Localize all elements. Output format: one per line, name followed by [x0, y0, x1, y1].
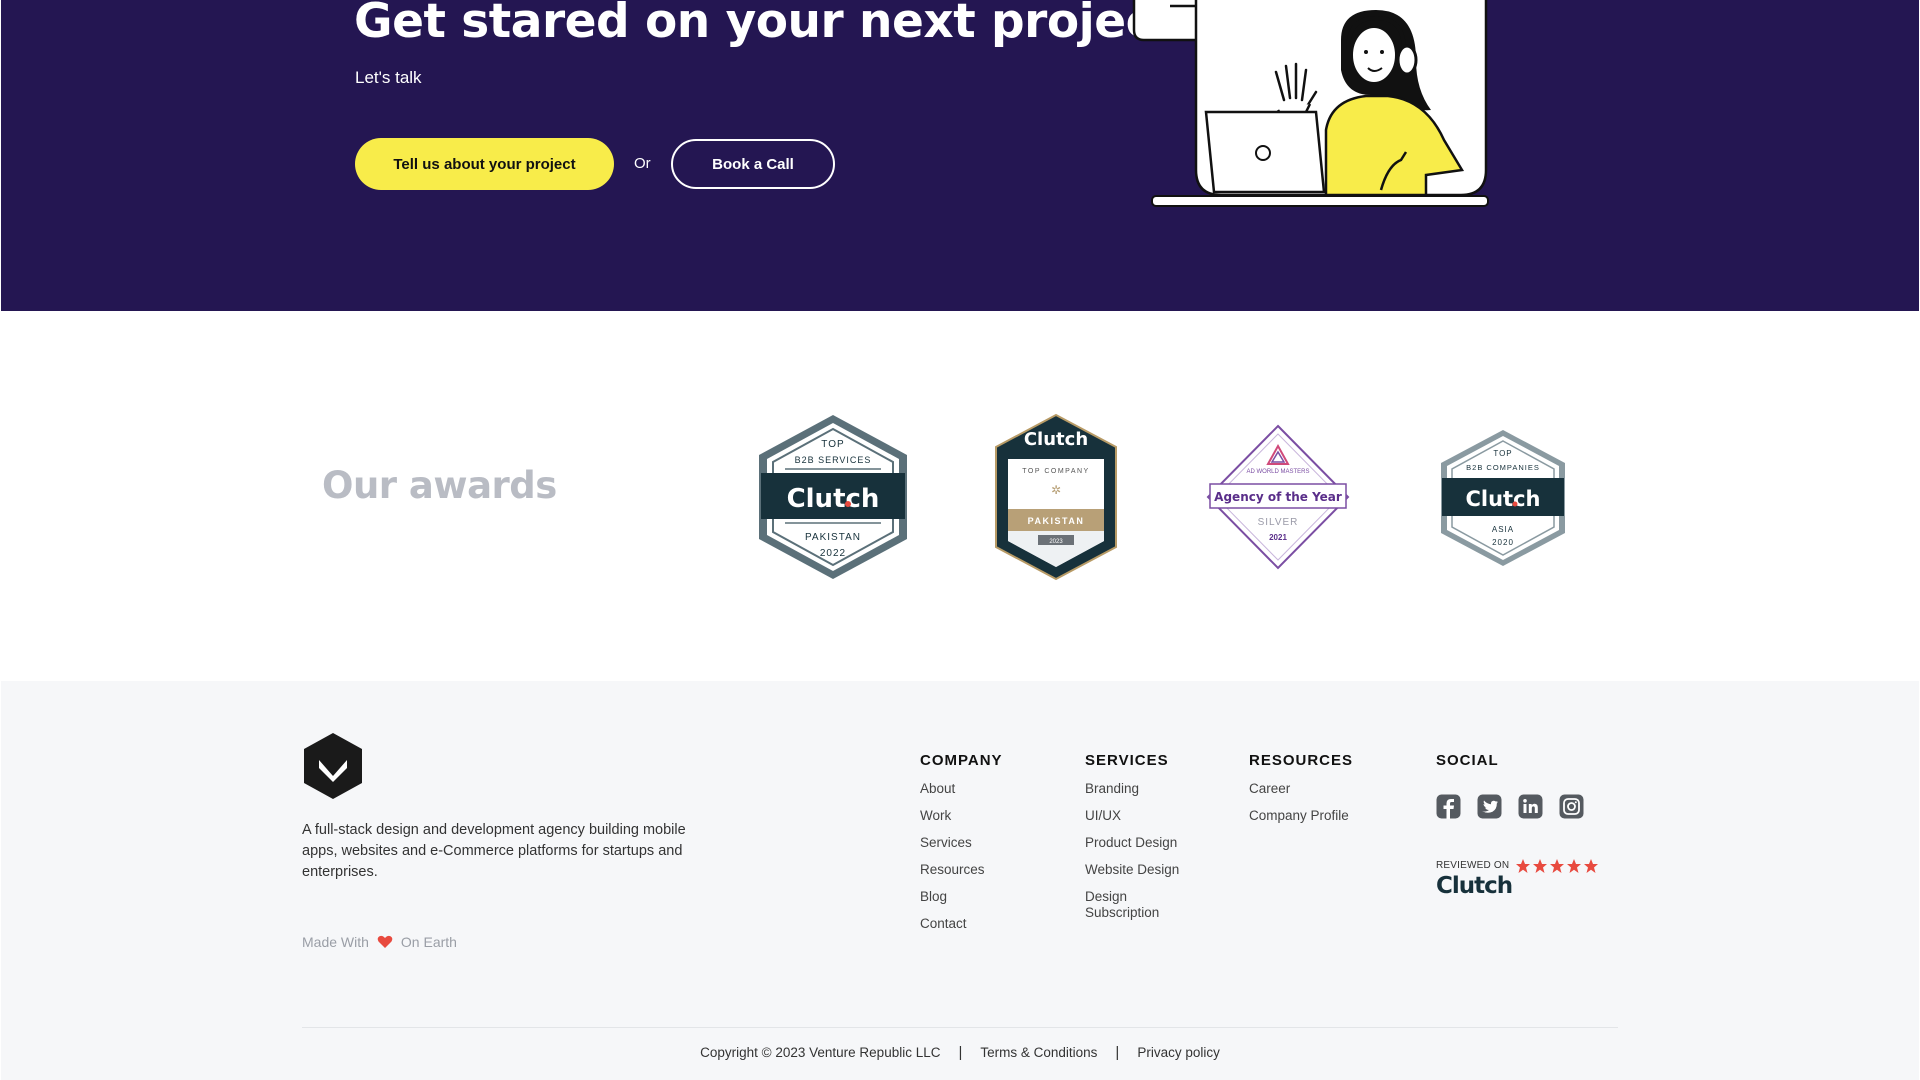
separator: | [958, 1044, 963, 1061]
footer-column-company: COMPANY About Work Services Resources Bl… [920, 752, 1003, 943]
footer-link-career[interactable]: Career [1249, 781, 1353, 797]
clutch-review-badge[interactable]: REVIEWED ON Clutch [1436, 858, 1601, 902]
badge-top: TOP [821, 439, 844, 450]
badge-top: TOP [1493, 449, 1512, 458]
column-heading: RESOURCES [1249, 752, 1354, 769]
tell-us-about-project-button[interactable]: Tell us about your project [355, 138, 614, 190]
column-heading: SERVICES [1085, 752, 1169, 769]
footer-link-resources[interactable]: Resources [920, 862, 1003, 878]
agency-of-the-year-badge: AD WORLD MASTERS Agency of the Year SILV… [1206, 424, 1350, 570]
badge-brand: Clutch [1466, 487, 1541, 511]
copyright-text: Copyright © 2023 Venture Republic LLC [700, 1045, 941, 1060]
clutch-logo-text: Clutch [1436, 873, 1513, 899]
terms-link[interactable]: Terms & Conditions [980, 1045, 1097, 1060]
badge-org: AD WORLD MASTERS [1246, 469, 1309, 475]
footer-description: A full-stack design and development agen… [302, 822, 686, 880]
company-logo-icon[interactable] [302, 732, 364, 800]
awards-heading: Our awards [322, 464, 557, 507]
svg-text:✲: ✲ [1051, 483, 1061, 497]
footer-bottom-bar: Copyright © 2023 Venture Republic LLC | … [0, 1044, 1920, 1061]
footer-link-contact[interactable]: Contact [920, 916, 1003, 932]
badge-year: 2020 [1492, 538, 1514, 547]
clutch-badge-b2b-companies-2020: TOP B2B COMPANIES Clutch ASIA 2020 [1438, 428, 1568, 568]
badge-region: ASIA [1492, 525, 1514, 534]
five-star-rating-icon [1516, 859, 1598, 873]
separator: | [1115, 1044, 1120, 1061]
made-with-text: Made With [302, 934, 369, 950]
badge-level: SILVER [1258, 517, 1299, 528]
badge-category: TOP COMPANY [1022, 468, 1089, 475]
badge-year: 2023 [1049, 539, 1063, 545]
badge-title: Agency of the Year [1214, 490, 1342, 504]
twitter-icon[interactable] [1477, 794, 1502, 819]
footer-link-work[interactable]: Work [920, 808, 1003, 824]
footer-column-resources: RESOURCES Career Company Profile [1249, 752, 1353, 835]
footer-link-product-design[interactable]: Product Design [1085, 835, 1185, 851]
hero-title: Get stared on your next project [354, 0, 1175, 49]
cta-hero-section: Get stared on your next project Let's ta… [1, 0, 1919, 311]
footer-link-company-profile[interactable]: Company Profile [1249, 808, 1353, 824]
footer-link-design-subscription[interactable]: Design Subscription [1085, 889, 1185, 921]
on-earth-text: On Earth [400, 934, 457, 950]
social-icons [1436, 794, 1584, 819]
badge-category: B2B COMPANIES [1466, 463, 1540, 472]
reviewed-on-label: REVIEWED ON [1436, 860, 1510, 871]
badge-category: B2B SERVICES [795, 455, 872, 465]
support-agent-illustration [1132, 0, 1489, 207]
book-a-call-button[interactable]: Book a Call [671, 139, 835, 189]
badge-year: 2022 [820, 548, 846, 559]
facebook-icon[interactable] [1436, 794, 1461, 819]
hero-subtitle: Let's talk [355, 68, 422, 87]
footer-link-website-design[interactable]: Website Design [1085, 862, 1185, 878]
or-text: Or [634, 155, 651, 172]
page: Get stared on your next project Let's ta… [0, 0, 1920, 1080]
footer-column-social: SOCIAL [1436, 752, 1499, 781]
clutch-badge-top-company-2023: Clutch TOP COMPANY ✲ PAKISTAN 2023 [994, 413, 1118, 581]
badge-region: PAKISTAN [1028, 516, 1085, 526]
linkedin-icon[interactable] [1518, 794, 1543, 819]
footer-link-branding[interactable]: Branding [1085, 781, 1185, 797]
footer-column-services: SERVICES Branding UI/UX Product Design W… [1085, 752, 1185, 932]
column-heading: COMPANY [920, 752, 1003, 769]
badge-brand: Clutch [1024, 429, 1088, 450]
badge-region: PAKISTAN [805, 532, 861, 543]
badge-brand: Clutch [787, 484, 880, 514]
clutch-badge-b2b-services-2022: TOP B2B SERVICES Clutch PAKISTAN 2022 [755, 413, 911, 581]
footer-divider [302, 1027, 1618, 1028]
privacy-link[interactable]: Privacy policy [1137, 1045, 1220, 1060]
made-with-love: Made With On Earth [302, 934, 457, 950]
heart-icon [377, 935, 393, 948]
footer-link-blog[interactable]: Blog [920, 889, 1003, 905]
badge-year: 2021 [1269, 533, 1287, 542]
footer-link-about[interactable]: About [920, 781, 1003, 797]
footer-link-services[interactable]: Services [920, 835, 1003, 851]
instagram-icon[interactable] [1559, 794, 1584, 819]
column-heading: SOCIAL [1436, 752, 1499, 769]
footer-link-uiux[interactable]: UI/UX [1085, 808, 1185, 824]
